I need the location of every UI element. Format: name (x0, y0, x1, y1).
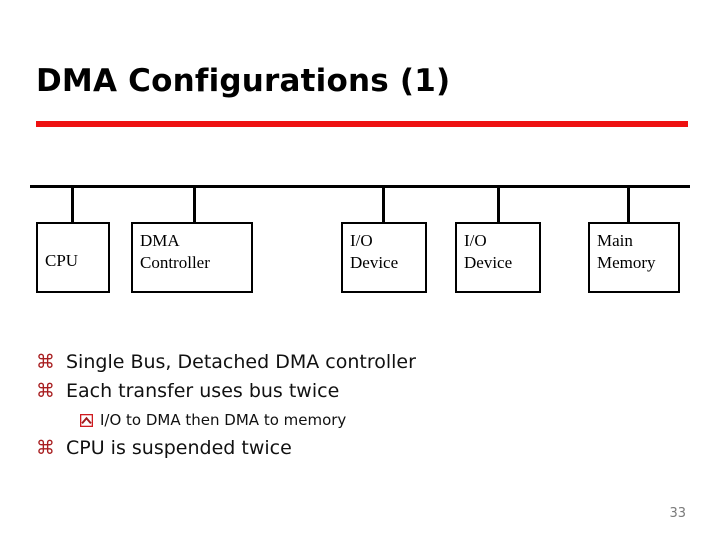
bus-stub-dma-controller (193, 187, 196, 223)
bus-stub-cpu (71, 187, 74, 223)
bus-stub-main-memory (627, 187, 630, 223)
command-bullet-icon: ⌘ (36, 351, 55, 373)
diagram-node-cpu: CPU (36, 222, 110, 293)
command-bullet-icon: ⌘ (36, 380, 55, 402)
diagram-node-label: Main Memory (597, 231, 656, 272)
slide: DMA Configurations (1) CPU DMA Controller… (0, 0, 720, 540)
bus-stub-io-device-1 (382, 187, 385, 223)
list-item: ⌘ CPU is suspended twice (36, 434, 676, 462)
list-item-label: Single Bus, Detached DMA controller (66, 351, 416, 373)
page-title: DMA Configurations (1) (36, 63, 451, 99)
list-item: I/O to DMA then DMA to memory (80, 409, 676, 431)
title-underline-rule (36, 121, 688, 127)
diagram-node-label: DMA Controller (140, 231, 210, 272)
diagram-node-io-device-1: I/O Device (341, 222, 427, 293)
list-item-label: Each transfer uses bus twice (66, 380, 340, 402)
list-item: ⌘ Single Bus, Detached DMA controller (36, 348, 676, 376)
diagram-node-main-memory: Main Memory (588, 222, 680, 293)
diagram-node-label: CPU (45, 250, 79, 270)
square-chevron-bullet-icon (80, 409, 100, 431)
diagram-node-label: I/O Device (350, 231, 399, 272)
list-item: ⌘ Each transfer uses bus twice (36, 377, 676, 405)
diagram-node-label: I/O Device (464, 231, 513, 272)
list-item-label: I/O to DMA then DMA to memory (100, 411, 347, 429)
diagram-node-io-device-2: I/O Device (455, 222, 541, 293)
diagram-node-dma-controller: DMA Controller (131, 222, 253, 293)
bus-stub-io-device-2 (497, 187, 500, 223)
list-item-label: CPU is suspended twice (66, 437, 292, 459)
bullet-list: ⌘ Single Bus, Detached DMA controller ⌘ Eac… (36, 348, 676, 463)
system-bus-line (30, 185, 690, 188)
page-number: 33 (669, 506, 686, 521)
command-bullet-icon: ⌘ (36, 437, 55, 459)
